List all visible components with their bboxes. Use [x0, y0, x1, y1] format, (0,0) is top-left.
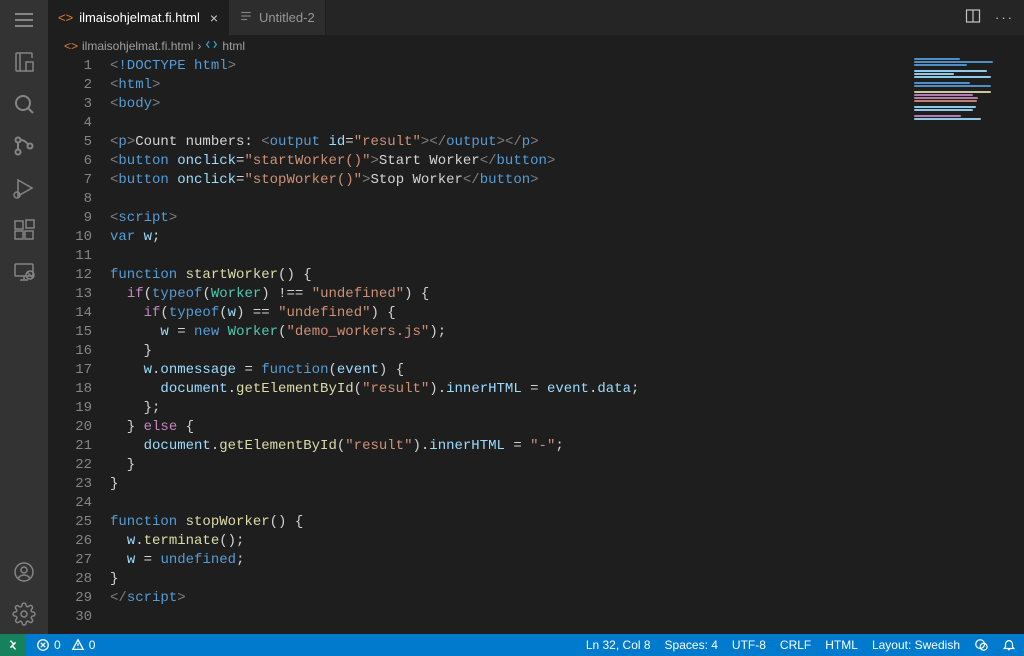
settings-gear-icon[interactable] [12, 602, 36, 626]
tab-label: Untitled-2 [259, 10, 315, 25]
breadcrumb-file: ilmaisohjelmat.fi.html [82, 39, 193, 53]
eol[interactable]: CRLF [780, 638, 811, 652]
html-file-icon: <> [64, 39, 78, 53]
tab-label: ilmaisohjelmat.fi.html [79, 10, 200, 25]
minimap[interactable] [904, 57, 1024, 157]
close-icon[interactable]: × [210, 10, 218, 26]
html-file-icon: <> [58, 10, 73, 25]
status-bar: 0 0 Ln 32, Col 8 Spaces: 4 UTF-8 CRLF HT… [0, 634, 1024, 656]
tab-file-2[interactable]: Untitled-2 [229, 0, 326, 35]
extensions-icon[interactable] [12, 218, 36, 242]
chevron-right-icon: › [197, 39, 201, 53]
code-editor[interactable]: 1234567891011121314151617181920212223242… [48, 57, 1024, 634]
breadcrumb-symbol: html [222, 39, 245, 53]
problems-errors[interactable]: 0 [36, 638, 61, 652]
run-debug-icon[interactable] [12, 176, 36, 200]
feedback-icon[interactable] [974, 638, 988, 652]
tab-file-1[interactable]: <> ilmaisohjelmat.fi.html × [48, 0, 229, 35]
activity-bar [0, 0, 48, 634]
more-actions-icon[interactable]: ··· [995, 10, 1014, 25]
symbol-icon [205, 38, 218, 54]
editor-area: <> ilmaisohjelmat.fi.html × Untitled-2 ·… [48, 0, 1024, 634]
cursor-position[interactable]: Ln 32, Col 8 [586, 638, 651, 652]
search-icon[interactable] [12, 92, 36, 116]
problems-warnings[interactable]: 0 [71, 638, 96, 652]
source-control-icon[interactable] [12, 134, 36, 158]
remote-indicator[interactable] [0, 634, 26, 656]
remote-explorer-icon[interactable] [12, 260, 36, 284]
accounts-icon[interactable] [12, 560, 36, 584]
code-content[interactable]: <!DOCTYPE html><html><body> <p>Count num… [110, 57, 1024, 634]
breadcrumbs[interactable]: <> ilmaisohjelmat.fi.html › html [48, 35, 1024, 57]
split-editor-icon[interactable] [965, 8, 981, 27]
keyboard-layout[interactable]: Layout: Swedish [872, 638, 960, 652]
tab-bar: <> ilmaisohjelmat.fi.html × Untitled-2 ·… [48, 0, 1024, 35]
menu-icon[interactable] [12, 8, 36, 32]
line-number-gutter: 1234567891011121314151617181920212223242… [48, 57, 110, 634]
indentation[interactable]: Spaces: 4 [665, 638, 718, 652]
language-mode[interactable]: HTML [825, 638, 858, 652]
notifications-icon[interactable] [1002, 638, 1016, 652]
text-file-icon [239, 9, 253, 26]
explorer-icon[interactable] [12, 50, 36, 74]
encoding[interactable]: UTF-8 [732, 638, 766, 652]
